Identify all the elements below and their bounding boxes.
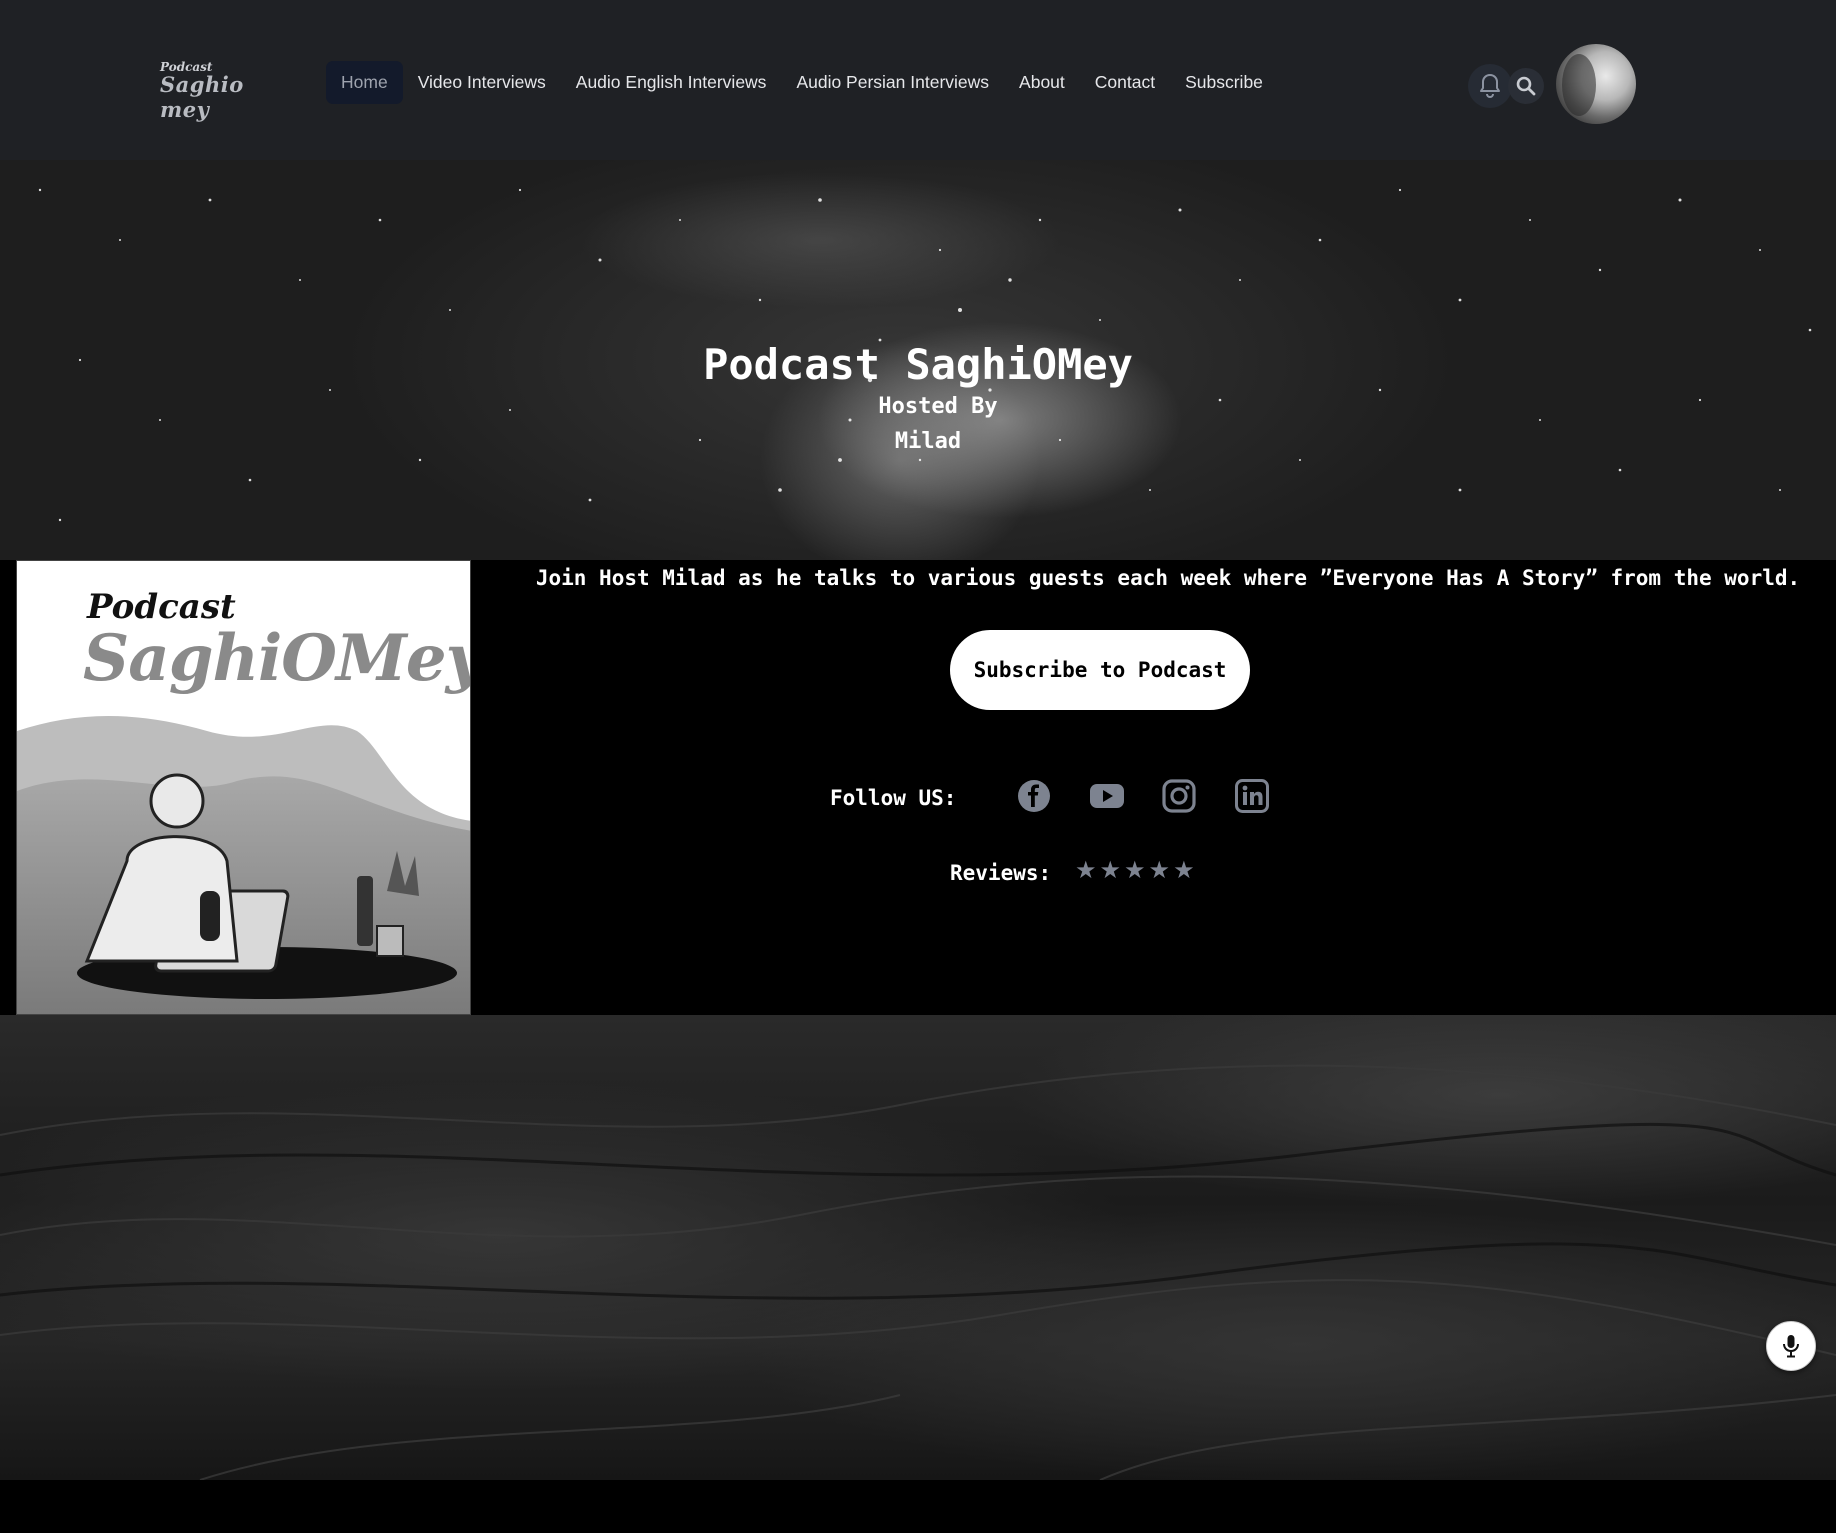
- desert-background: [0, 1015, 1836, 1480]
- nav-contact[interactable]: Contact: [1080, 61, 1170, 104]
- reviews-label: Reviews:: [950, 861, 1052, 885]
- follow-us-label: Follow US:: [830, 786, 957, 810]
- dune-lines: [0, 1064, 1836, 1480]
- review-star-rating[interactable]: ★ ★ ★ ★ ★: [1075, 859, 1195, 883]
- instagram-icon[interactable]: [1161, 778, 1197, 814]
- nav-video-interviews[interactable]: Video Interviews: [403, 61, 561, 104]
- hero-host-name: Milad: [894, 429, 962, 454]
- subscribe-to-podcast-button[interactable]: Subscribe to Podcast: [950, 630, 1250, 710]
- hero-hosted-by: Hosted By: [878, 394, 998, 419]
- user-avatar[interactable]: [1556, 44, 1636, 124]
- hero-title: Podcast SaghiOMey: [703, 340, 1133, 389]
- nav-audio-english-interviews[interactable]: Audio English Interviews: [561, 61, 782, 104]
- site-logo[interactable]: Podcast Saghio mey: [160, 60, 260, 122]
- top-navbar: Podcast Saghio mey Home Video Interviews…: [0, 0, 1836, 160]
- star-icon[interactable]: ★: [1100, 859, 1122, 883]
- youtube-icon[interactable]: [1089, 778, 1125, 814]
- star-icon[interactable]: ★: [1124, 859, 1146, 883]
- main-menu: Home Video Interviews Audio English Inte…: [326, 61, 1278, 104]
- facebook-icon[interactable]: [1016, 778, 1052, 814]
- star-icon[interactable]: ★: [1075, 859, 1097, 883]
- search-icon[interactable]: [1508, 68, 1544, 104]
- footer-bar: [0, 1480, 1836, 1533]
- microphone-icon[interactable]: [1766, 1321, 1816, 1371]
- podcast-cover-art: Podcast SaghiOMey: [16, 560, 471, 1015]
- star-icon[interactable]: ★: [1173, 859, 1195, 883]
- bell-icon[interactable]: [1468, 64, 1512, 108]
- podcast-tagline: Join Host Milad as he talks to various g…: [535, 566, 1801, 590]
- nav-audio-persian-interviews[interactable]: Audio Persian Interviews: [781, 61, 1004, 104]
- star-icon[interactable]: ★: [1149, 859, 1171, 883]
- linkedin-icon[interactable]: [1234, 778, 1270, 814]
- nav-home[interactable]: Home: [326, 61, 403, 104]
- cover-podcast-name: SaghiOMey: [83, 621, 471, 696]
- nav-about[interactable]: About: [1004, 61, 1080, 104]
- nav-subscribe[interactable]: Subscribe: [1170, 61, 1278, 104]
- logo-big-text: Saghio mey: [160, 72, 244, 122]
